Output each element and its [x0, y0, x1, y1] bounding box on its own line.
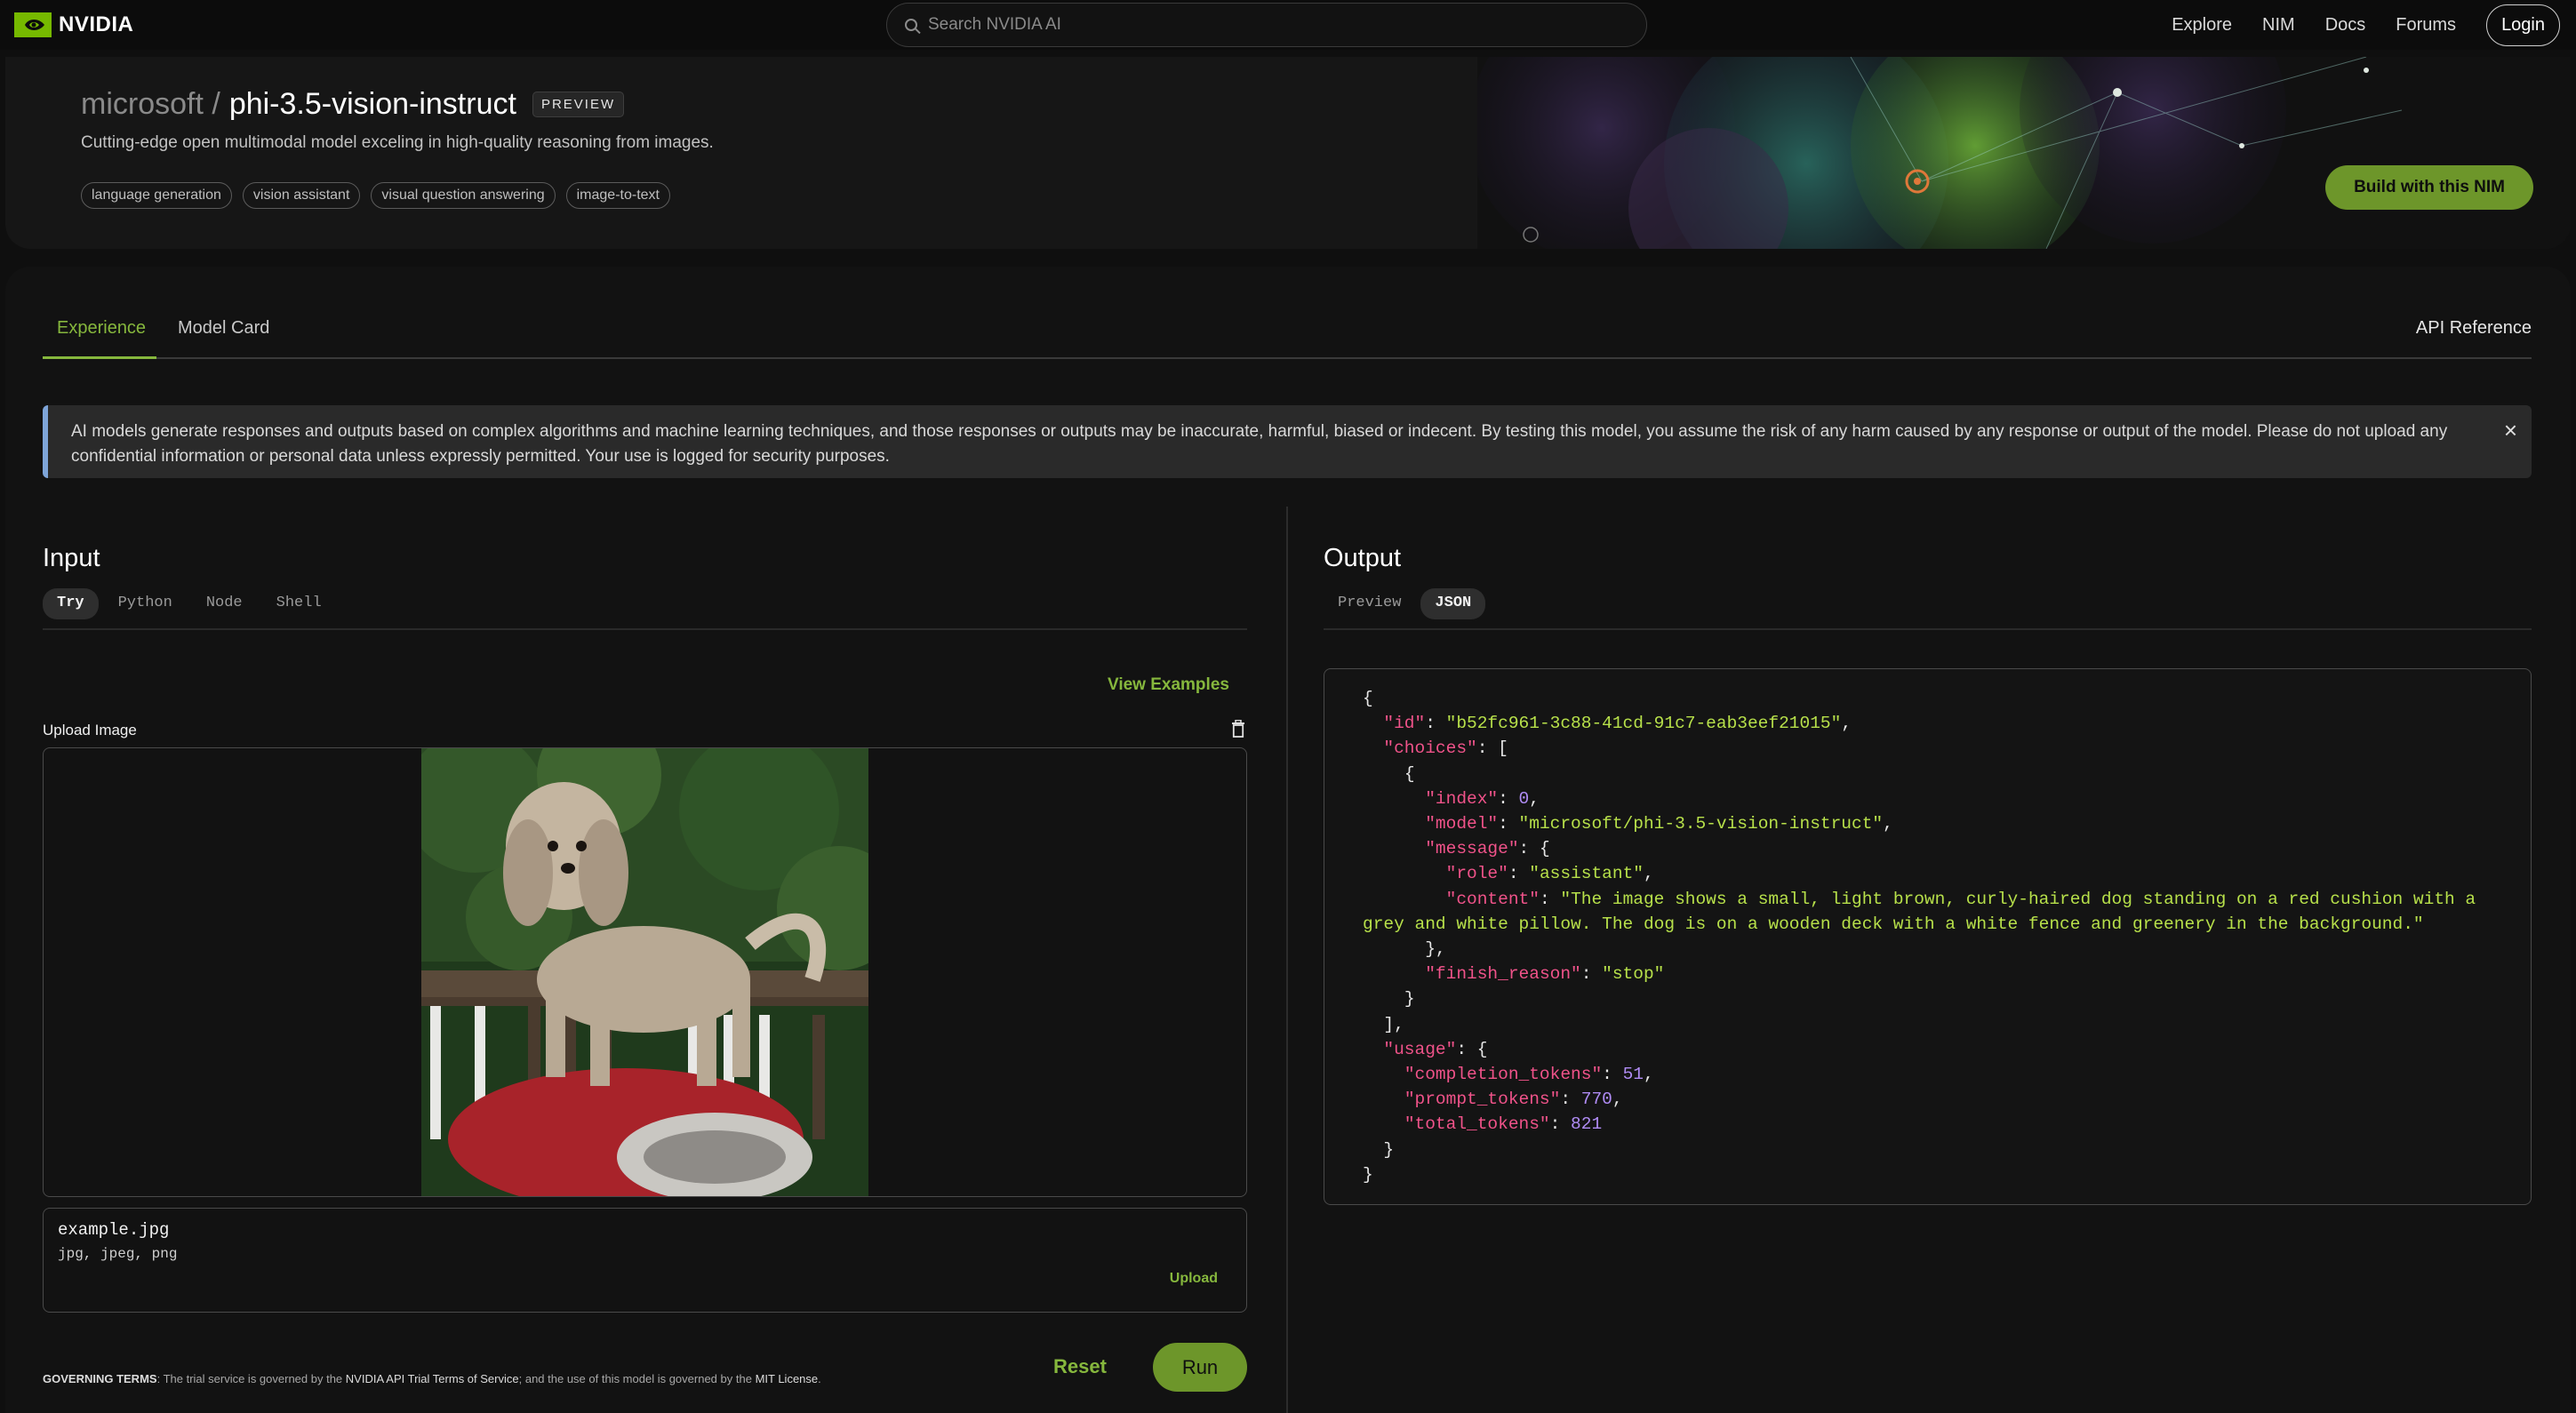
nav-links: Explore NIM Docs Forums Login [2172, 3, 2560, 47]
model-org[interactable]: microsoft / [81, 87, 220, 122]
build-with-nim-button[interactable]: Build with this NIM [2325, 165, 2533, 210]
json-index: 0 [1518, 788, 1530, 809]
trash-icon[interactable] [1231, 720, 1245, 738]
output-mode-tabs: Preview JSON [1324, 588, 1486, 619]
upload-image-label: Upload Image [43, 722, 137, 738]
input-title: Input [43, 544, 100, 572]
upload-button[interactable]: Upload [1170, 1271, 1218, 1287]
top-navigation-bar: NVIDIA Explore NIM Docs Forums Login [0, 0, 2576, 50]
output-mode-json[interactable]: JSON [1420, 588, 1486, 619]
input-mode-try[interactable]: Try [43, 588, 99, 619]
input-mode-tabs: Try Python Node Shell [43, 588, 336, 619]
json-output: { "id": "b52fc961-3c88-41cd-91c7-eab3eef… [1363, 689, 2486, 1185]
search-bar[interactable] [886, 3, 1647, 47]
reset-button[interactable]: Reset [1053, 1355, 1107, 1378]
output-mode-preview[interactable]: Preview [1324, 588, 1415, 619]
model-name: phi-3.5-vision-instruct [228, 87, 516, 121]
uploaded-dog-photo [421, 748, 868, 1196]
json-id: b52fc961-3c88-41cd-91c7-eab3eef21015 [1456, 714, 1831, 734]
input-divider [43, 628, 1247, 630]
nav-link-docs[interactable]: Docs [2325, 15, 2366, 36]
governing-terms: GOVERNING TERMS: The trial service is go… [43, 1372, 821, 1385]
json-completion-tokens: 51 [1622, 1065, 1644, 1085]
file-upload-box[interactable]: example.jpg jpg, jpeg, png Upload [43, 1208, 1247, 1313]
trial-terms-link[interactable]: NVIDIA API Trial Terms of Service [346, 1372, 519, 1385]
json-model: microsoft/phi-3.5-vision-instruct [1529, 814, 1873, 834]
model-title: microsoft / phi-3.5-vision-instruct PREV… [81, 87, 625, 123]
governing-terms-text: . [818, 1372, 821, 1385]
close-icon[interactable]: × [2504, 418, 2517, 443]
json-output-panel: { "id": "b52fc961-3c88-41cd-91c7-eab3eef… [1324, 668, 2532, 1205]
governing-terms-text: : The trial service is governed by the [156, 1372, 346, 1385]
json-role: assistant [1539, 864, 1634, 884]
nav-link-explore[interactable]: Explore [2172, 15, 2232, 36]
hero-background-art [1477, 57, 2571, 249]
nav-link-forums[interactable]: Forums [2396, 15, 2456, 36]
column-divider [1286, 507, 1288, 1413]
input-mode-node[interactable]: Node [192, 588, 257, 619]
tag-chip[interactable]: image-to-text [565, 182, 670, 209]
search-icon [905, 19, 917, 31]
image-preview[interactable] [43, 747, 1247, 1197]
nav-link-nim[interactable]: NIM [2262, 15, 2295, 36]
nvidia-eye-icon [14, 12, 52, 37]
disclaimer-text: AI models generate responses and outputs… [71, 422, 2448, 466]
tag-chip[interactable]: language generation [81, 182, 232, 209]
json-total-tokens: 821 [1571, 1114, 1603, 1135]
api-reference-link[interactable]: API Reference [2416, 318, 2532, 339]
governing-terms-text: ; and the use of this model is governed … [518, 1372, 756, 1385]
file-name: example.jpg [58, 1220, 170, 1240]
output-title: Output [1324, 544, 1402, 572]
tag-chip[interactable]: vision assistant [242, 182, 361, 209]
tab-model-card[interactable]: Model Card [178, 318, 269, 339]
model-tags: language generation vision assistant vis… [81, 182, 670, 209]
json-prompt-tokens: 770 [1580, 1090, 1612, 1110]
brand-name: NVIDIA [59, 12, 134, 36]
disclaimer-banner: AI models generate responses and outputs… [43, 405, 2532, 478]
model-hero: microsoft / phi-3.5-vision-instruct PREV… [5, 57, 2571, 249]
preview-badge: PREVIEW [532, 92, 625, 117]
allowed-file-types: jpg, jpeg, png [58, 1246, 178, 1262]
main-panel: Experience Model Card API Reference AI m… [5, 267, 2571, 1413]
run-button[interactable]: Run [1153, 1343, 1247, 1392]
active-tab-indicator [43, 356, 156, 359]
input-mode-shell[interactable]: Shell [262, 588, 336, 619]
governing-terms-label: GOVERNING TERMS [43, 1372, 157, 1385]
output-divider [1324, 628, 2532, 630]
search-input[interactable] [928, 15, 1604, 35]
model-description: Cutting-edge open multimodal model excel… [81, 133, 714, 152]
input-mode-python[interactable]: Python [104, 588, 187, 619]
nvidia-logo[interactable]: NVIDIA [14, 12, 133, 37]
login-button[interactable]: Login [2486, 4, 2560, 46]
mit-license-link[interactable]: MIT License [756, 1372, 819, 1385]
page-tabs: Experience Model Card API Reference [43, 300, 2532, 359]
tag-chip[interactable]: visual question answering [371, 182, 556, 209]
tab-experience[interactable]: Experience [57, 318, 146, 339]
view-examples-link[interactable]: View Examples [1108, 675, 1229, 695]
json-finish-reason: stop [1612, 964, 1654, 985]
